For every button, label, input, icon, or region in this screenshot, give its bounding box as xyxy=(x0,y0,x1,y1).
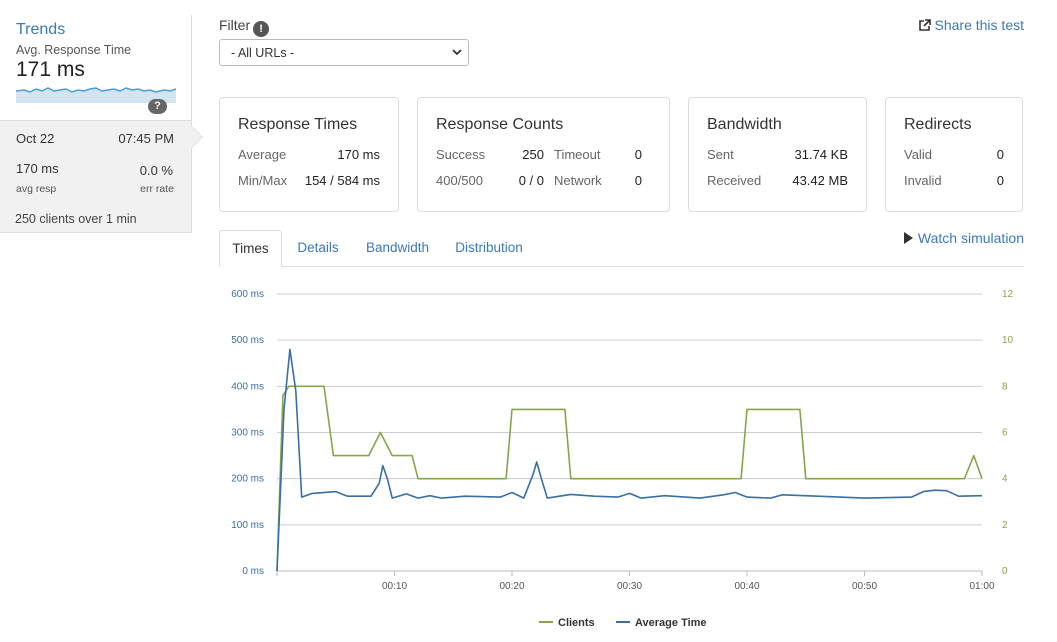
y-right-tick-label: 0 xyxy=(1002,566,1008,577)
filter-label-text: Filter xyxy=(219,17,250,33)
sidebar: Trends Avg. Response Time 171 ms ? Oct 2… xyxy=(0,15,192,233)
share-test-label: Share this test xyxy=(935,17,1025,33)
chevron-down-icon xyxy=(452,47,462,57)
stat-value: 0 xyxy=(635,173,642,188)
stat-label: 400/500 xyxy=(436,173,483,188)
y-left-tick-label: 300 ms xyxy=(231,428,264,439)
card-title: Response Counts xyxy=(436,116,563,134)
stat-label: Min/Max xyxy=(238,173,287,188)
tab-bandwidth[interactable]: Bandwidth xyxy=(359,230,436,267)
y-left-tick-label: 500 ms xyxy=(231,335,264,346)
avg-response-value: 171 ms xyxy=(16,58,191,82)
share-icon xyxy=(918,19,931,32)
stat-value: 0 xyxy=(997,147,1004,162)
legend-clients-swatch xyxy=(539,621,553,623)
y-right-tick-label: 2 xyxy=(1002,520,1008,531)
x-tick-label: 00:40 xyxy=(734,581,759,592)
stat-label: Invalid xyxy=(904,173,942,188)
test-avg-resp-value: 170 ms xyxy=(16,161,59,176)
stat-label: Average xyxy=(238,147,286,162)
legend-clients-label: Clients xyxy=(558,617,595,629)
test-clients: 250 clients over 1 min xyxy=(15,212,137,226)
x-tick-label: 01:00 xyxy=(969,581,994,592)
stat-value: 31.74 KB xyxy=(795,147,849,162)
x-tick-label: 00:50 xyxy=(852,581,877,592)
legend-average-time[interactable]: Average Time xyxy=(616,617,707,629)
watch-simulation-label: Watch simulation xyxy=(918,230,1024,246)
stat-label: Timeout xyxy=(554,147,600,162)
series-line-average-time xyxy=(277,349,982,571)
y-left-tick-label: 200 ms xyxy=(231,474,264,485)
test-summary[interactable]: Oct 22 07:45 PM 170 ms avg resp 0.0 % er… xyxy=(0,120,192,233)
stat-value: 0 xyxy=(635,147,642,162)
stat-label: Received xyxy=(707,173,761,188)
bandwidth-card: Bandwidth Sent 31.74 KB Received 43.42 M… xyxy=(688,97,867,212)
y-right-tick-label: 10 xyxy=(1002,335,1014,346)
test-time: 07:45 PM xyxy=(118,131,174,146)
stat-value: 170 ms xyxy=(337,147,380,162)
y-right-tick-label: 8 xyxy=(1002,381,1008,392)
trends-title[interactable]: Trends xyxy=(16,21,191,39)
test-avg-resp-label: avg resp xyxy=(16,183,56,195)
legend-average-time-label: Average Time xyxy=(635,617,707,629)
response-counts-card: Response Counts Success 250 Timeout 0 40… xyxy=(417,97,670,212)
y-right-tick-label: 6 xyxy=(1002,428,1008,439)
tab-details[interactable]: Details xyxy=(289,230,347,267)
y-left-tick-label: 100 ms xyxy=(231,520,264,531)
response-times-card: Response Times Average 170 ms Min/Max 15… xyxy=(219,97,399,212)
redirects-card: Redirects Valid 0 Invalid 0 xyxy=(885,97,1023,212)
stat-label: Network xyxy=(554,173,602,188)
trends-panel[interactable]: Trends Avg. Response Time 171 ms ? xyxy=(0,15,192,120)
y-left-tick-label: 0 ms xyxy=(242,566,264,577)
stat-value: 250 xyxy=(522,147,544,162)
test-err-rate-label: err rate xyxy=(140,183,174,195)
filter-label: Filter! xyxy=(219,17,269,37)
x-tick-label: 00:10 xyxy=(382,581,407,592)
stat-label: Valid xyxy=(904,147,932,162)
help-icon[interactable]: ? xyxy=(148,99,167,114)
tab-distribution[interactable]: Distribution xyxy=(449,230,529,267)
avg-response-label: Avg. Response Time xyxy=(16,43,191,57)
test-err-rate-value: 0.0 % xyxy=(140,163,173,178)
y-right-tick-label: 12 xyxy=(1002,289,1014,300)
y-left-tick-label: 600 ms xyxy=(231,289,264,300)
card-title: Bandwidth xyxy=(707,116,782,134)
stat-label: Success xyxy=(436,147,485,162)
test-date: Oct 22 xyxy=(16,131,54,146)
response-times-chart: 0 ms 0 100 ms 2 200 ms 4 300 ms 6 400 ms 8 500 ms 1… xyxy=(219,275,1019,595)
card-title: Redirects xyxy=(904,116,972,134)
stat-value: 43.42 MB xyxy=(792,173,848,188)
legend-clients[interactable]: Clients xyxy=(539,617,595,629)
x-tick-label: 00:20 xyxy=(499,581,524,592)
stat-value: 0 / 0 xyxy=(519,173,544,188)
info-icon[interactable]: ! xyxy=(253,21,269,37)
card-title: Response Times xyxy=(238,116,357,134)
share-test-link[interactable]: Share this test xyxy=(918,17,1025,33)
url-filter-selected: - All URLs - xyxy=(231,46,294,60)
url-filter-select[interactable]: - All URLs - xyxy=(219,39,469,66)
y-right-tick-label: 4 xyxy=(1002,474,1008,485)
stat-value: 154 / 584 ms xyxy=(305,173,380,188)
play-icon xyxy=(904,232,913,244)
stat-label: Sent xyxy=(707,147,734,162)
stat-value: 0 xyxy=(997,173,1004,188)
tab-times[interactable]: Times xyxy=(219,230,282,267)
watch-simulation-link[interactable]: Watch simulation xyxy=(904,230,1024,246)
y-left-tick-label: 400 ms xyxy=(231,381,264,392)
legend-average-time-swatch xyxy=(616,621,630,623)
x-tick-label: 00:30 xyxy=(617,581,642,592)
